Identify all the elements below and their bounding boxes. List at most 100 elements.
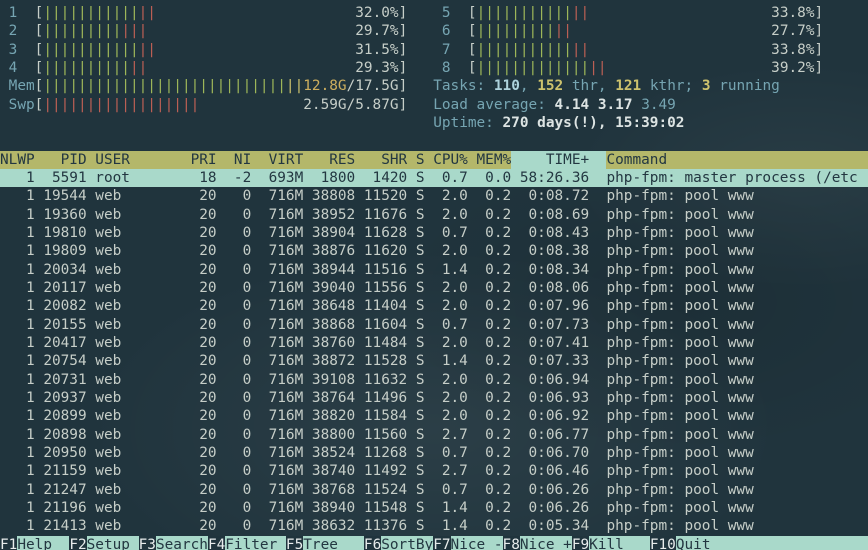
process-row-text[interactable]: 1 21413 web 20 0 716M 38632 11376 S 1.4 … [0,517,866,535]
process-row-text[interactable]: 1 20950 web 20 0 716M 38524 11268 S 0.7 … [0,444,866,462]
fkey-f2[interactable]: F2 [69,536,86,550]
process-row-text[interactable]: 1 20731 web 20 0 716M 39108 11632 S 2.0 … [0,371,866,389]
process-row-text[interactable]: 1 5591 root 18 -2 693M 1800 1420 S 0.7 0… [0,169,866,187]
cpu-8-label: 8 [433,59,468,77]
process-row-text[interactable]: 1 20754 web 20 0 716M 38872 11528 S 1.4 … [0,352,866,370]
fkey-f1[interactable]: F1 [0,536,17,550]
fkey-f10[interactable]: F10 [650,536,676,550]
fkey-label-filter[interactable]: Filter [225,536,286,550]
cpu-5-label: 5 [433,4,468,22]
process-row-text[interactable]: 1 20899 web 20 0 716M 38820 11584 S 2.0 … [0,407,866,425]
meter-line-cpu-3: 3 [||||||||||||| 31.5%] 7 [|||||||||||||… [0,41,868,59]
meter-line-uptime: Uptime: 270 days(!), 15:39:02 [0,114,868,132]
process-row-text[interactable]: 1 21196 web 20 0 716M 38940 11548 S 1.4 … [0,499,866,517]
cpu-6-bracket-close: ] [815,22,824,40]
process-row[interactable]: 1 19809 web 20 0 716M 38876 11620 S 2.0 … [0,242,868,260]
cpu-5-bar-green: ||||||||||| [477,4,572,22]
cpu-5-bar-red: || [572,4,589,22]
fkey-label-help[interactable]: Help [17,536,69,550]
cpu-2-bracket-open: [ [35,22,44,40]
process-row[interactable]: 1 20754 web 20 0 716M 38872 11528 S 1.4 … [0,352,868,370]
cpu-8-pad [607,59,772,77]
meter-line-cpu-4: 4 [|||||||||||| 29.3%] 8 [||||||||||||||… [0,59,868,77]
process-row-text[interactable]: 1 19360 web 20 0 716M 38952 11676 S 2.0 … [0,206,866,224]
process-row[interactable]: 1 19360 web 20 0 716M 38952 11676 S 2.0 … [0,206,868,224]
info-segment: , [520,77,537,95]
process-row[interactable]: 1 20898 web 20 0 716M 38800 11560 S 2.7 … [0,426,868,444]
process-row[interactable]: 1 20950 web 20 0 716M 38524 11268 S 0.7 … [0,444,868,462]
cpu-4-bracket-close: ] [399,59,408,77]
table-header-row[interactable]: NLWP PID USER PRI NI VIRT RES SHR S CPU%… [0,151,868,169]
fkey-label-sortby[interactable]: SortBy [381,536,433,550]
cpu-4-pad [147,59,355,77]
sort-column-header-time[interactable]: TIME+ [511,151,606,169]
process-row[interactable]: 1 20417 web 20 0 716M 38760 11484 S 2.0 … [0,334,868,352]
process-row-text[interactable]: 1 21159 web 20 0 716M 38740 11492 S 2.7 … [0,462,866,480]
mem-bar-yellow: || [286,77,303,95]
gap [407,41,433,59]
process-row[interactable]: 1 20082 web 20 0 716M 38648 11404 S 2.0 … [0,297,868,315]
cpu-1-pad [156,4,355,22]
info-segment: Tasks: [433,77,494,95]
process-row[interactable]: 1 19810 web 20 0 716M 38904 11628 S 0.7 … [0,224,868,242]
fkey-label-setup[interactable]: Setup [87,536,139,550]
process-row[interactable]: 1 20937 web 20 0 716M 38764 11496 S 2.0 … [0,389,868,407]
process-row[interactable]: 1 19544 web 20 0 716M 38808 11520 S 2.0 … [0,187,868,205]
cpu-3-label: 3 [0,41,35,59]
cpu-3-pad [156,41,355,59]
process-row-text[interactable]: 1 20937 web 20 0 716M 38764 11496 S 2.0 … [0,389,866,407]
gap [407,59,433,77]
process-row-text[interactable]: 1 19809 web 20 0 716M 38876 11620 S 2.0 … [0,242,866,260]
process-row[interactable]: 1 20034 web 20 0 716M 38944 11516 S 1.4 … [0,261,868,279]
info-segment: Uptime: [433,114,502,132]
fkey-f9[interactable]: F9 [572,536,589,550]
fkey-label-search[interactable]: Search [156,536,208,550]
cpu-1-label: 1 [0,4,35,22]
fkey-label-tree[interactable]: Tree [303,536,364,550]
process-row[interactable]: 1 20117 web 20 0 716M 39040 11556 S 2.0 … [0,279,868,297]
cpu-3-bar-green: ||||||||||| [43,41,138,59]
process-row-text[interactable]: 1 19544 web 20 0 716M 38808 11520 S 2.0 … [0,187,866,205]
process-row-text[interactable]: 1 20898 web 20 0 716M 38800 11560 S 2.7 … [0,426,866,444]
function-key-line: F1Help F2Setup F3SearchF4Filter F5Tree F… [0,536,868,550]
process-row[interactable]: 1 21413 web 20 0 716M 38632 11376 S 1.4 … [0,517,868,535]
process-row[interactable]: 1 20731 web 20 0 716M 39108 11632 S 2.0 … [0,371,868,389]
cpu-2-bracket-close: ] [399,22,408,40]
process-row-text[interactable]: 1 19810 web 20 0 716M 38904 11628 S 0.7 … [0,224,866,242]
column-headers[interactable]: NLWP PID USER PRI NI VIRT RES SHR S CPU%… [0,151,511,169]
process-row-text[interactable]: 1 20417 web 20 0 716M 38760 11484 S 2.0 … [0,334,866,352]
fkey-label-quit[interactable]: Quit [676,536,867,550]
fkey-label-nice+[interactable]: Nice + [520,536,572,550]
process-row[interactable]: 1 20155 web 20 0 716M 38868 11604 S 0.7 … [0,316,868,334]
process-row-text[interactable]: 1 21247 web 20 0 716M 38768 11524 S 0.7 … [0,481,866,499]
swap-value: 2.59G/5.87G [303,96,398,114]
process-row[interactable]: 1 21196 web 20 0 716M 38940 11548 S 1.4 … [0,499,868,517]
fkey-f3[interactable]: F3 [139,536,156,550]
fkey-label-nice-[interactable]: Nice - [451,536,503,550]
process-row-text[interactable]: 1 20034 web 20 0 716M 38944 11516 S 1.4 … [0,261,866,279]
cpu-2-pad [147,22,355,40]
cpu-5-value: 33.8% [771,4,814,22]
process-row[interactable]: 1 20899 web 20 0 716M 38820 11584 S 2.0 … [0,407,868,425]
process-row-text[interactable]: 1 20082 web 20 0 716M 38648 11404 S 2.0 … [0,297,866,315]
process-row[interactable]: 1 21159 web 20 0 716M 38740 11492 S 2.7 … [0,462,868,480]
fkey-f7[interactable]: F7 [433,536,450,550]
meter-line-spacer [0,132,868,150]
info-segment: kthr; [641,77,702,95]
process-row[interactable]: 1 21247 web 20 0 716M 38768 11524 S 0.7 … [0,481,868,499]
fkey-f4[interactable]: F4 [208,536,225,550]
fkey-f8[interactable]: F8 [503,536,520,550]
swap-bracket-close: ] [399,96,408,114]
cpu-6-bar-green: ||||||||| [477,22,555,40]
process-row-text[interactable]: 1 20117 web 20 0 716M 39040 11556 S 2.0 … [0,279,866,297]
fkey-label-kill[interactable]: Kill [589,536,650,550]
cpu-2-bar-green: ||||||||| [43,22,121,40]
cpu-4-bracket-open: [ [35,59,44,77]
column-header-command[interactable]: Command [606,151,866,169]
fkey-f6[interactable]: F6 [364,536,381,550]
fkey-f5[interactable]: F5 [286,536,303,550]
process-row[interactable]: 1 5591 root 18 -2 693M 1800 1420 S 0.7 0… [0,169,868,187]
cpu-1-value: 32.0% [355,4,398,22]
process-row-text[interactable]: 1 20155 web 20 0 716M 38868 11604 S 0.7 … [0,316,866,334]
info-segment: thr, [563,77,615,95]
